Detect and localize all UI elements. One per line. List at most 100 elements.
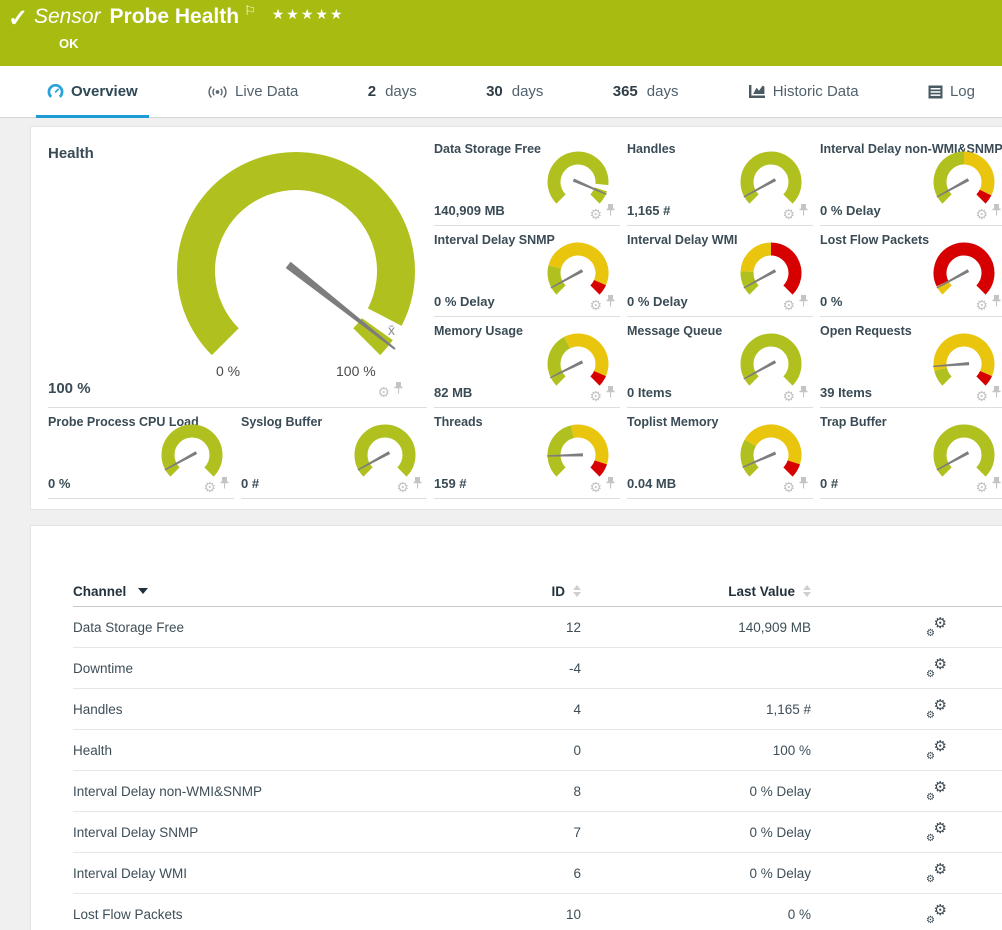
- gauge-value: 100 %: [48, 380, 91, 397]
- gauge-tools: ⚙: [589, 476, 615, 494]
- tab-log[interactable]: Log: [923, 66, 980, 117]
- pin-icon[interactable]: [606, 294, 615, 312]
- column-header-label: Last Value: [728, 584, 795, 599]
- tab-overview[interactable]: Overview: [42, 66, 143, 117]
- gauge-panel[interactable]: Memory Usage82 MB⚙: [434, 317, 620, 408]
- gear-icon[interactable]: ⚙: [975, 298, 988, 312]
- tab-2-days[interactable]: 2days: [363, 66, 422, 117]
- health-gauge-chart: x̄: [140, 141, 452, 397]
- gauge-panel[interactable]: Interval Delay non-WMI&SNMP0 % Delay⚙: [820, 135, 1002, 226]
- tab-historic-data[interactable]: Historic Data: [743, 66, 864, 117]
- tab-number: 365: [613, 83, 638, 100]
- pin-icon[interactable]: [394, 381, 403, 399]
- settings-gears-icon[interactable]: ⚙⚙: [927, 864, 947, 882]
- pin-icon[interactable]: [799, 476, 808, 494]
- gauge-value: 140,909 MB: [434, 203, 505, 218]
- tab-label: days: [385, 83, 417, 100]
- gauge-panel-health[interactable]: Healthx̄0 %100 %100 %⚙: [48, 135, 427, 408]
- settings-gears-icon[interactable]: ⚙⚙: [927, 618, 947, 636]
- pin-icon[interactable]: [799, 385, 808, 403]
- gear-icon[interactable]: ⚙: [975, 480, 988, 494]
- gauge-scale-max: 100 %: [336, 363, 376, 379]
- gear-icon[interactable]: ⚙: [589, 389, 602, 403]
- check-icon: ✓: [8, 4, 28, 33]
- gear-icon: ⚙: [926, 629, 935, 639]
- table-row[interactable]: Interval Delay SNMP70 % Delay⚙⚙: [73, 812, 1002, 853]
- tab-365-days[interactable]: 365days: [608, 66, 684, 117]
- table-row[interactable]: Downtime-4⚙⚙: [73, 648, 1002, 689]
- gear-icon[interactable]: ⚙: [975, 389, 988, 403]
- channel-name-cell: Downtime: [73, 661, 503, 676]
- table-row[interactable]: Handles41,165 #⚙⚙: [73, 689, 1002, 730]
- gauge-panel[interactable]: Toplist Memory0.04 MB⚙: [627, 408, 813, 499]
- gear-icon[interactable]: ⚙: [782, 389, 795, 403]
- pin-icon[interactable]: [606, 203, 615, 221]
- gauge-panel[interactable]: Handles1,165 #⚙: [627, 135, 813, 226]
- pin-icon[interactable]: [992, 476, 1001, 494]
- sort-arrows-icon: [803, 585, 811, 597]
- log-icon: [928, 85, 943, 99]
- channel-last-value-cell: 0 % Delay: [581, 825, 811, 840]
- channel-actions-cell: ⚙⚙: [811, 659, 1002, 677]
- gauge-value: 0.04 MB: [627, 476, 676, 491]
- gear-icon[interactable]: ⚙: [589, 207, 602, 221]
- pin-icon[interactable]: [606, 476, 615, 494]
- gear-icon[interactable]: ⚙: [975, 207, 988, 221]
- pin-icon[interactable]: [413, 476, 422, 494]
- settings-gears-icon[interactable]: ⚙⚙: [927, 905, 947, 923]
- channel-name-cell: Data Storage Free: [73, 620, 503, 635]
- column-header-last-value[interactable]: Last Value: [581, 584, 811, 599]
- historic-data-icon: [748, 84, 766, 99]
- tab-live-data[interactable]: Live Data: [202, 66, 303, 117]
- settings-gears-icon[interactable]: ⚙⚙: [927, 782, 947, 800]
- settings-gears-icon[interactable]: ⚙⚙: [927, 823, 947, 841]
- pin-icon[interactable]: [606, 385, 615, 403]
- gauge-panel[interactable]: Interval Delay WMI0 % Delay⚙: [627, 226, 813, 317]
- settings-gears-icon[interactable]: ⚙⚙: [927, 700, 947, 718]
- gauge-panel[interactable]: Lost Flow Packets0 %⚙: [820, 226, 1002, 317]
- settings-gears-icon[interactable]: ⚙⚙: [927, 659, 947, 677]
- gauge-tools: ⚙: [589, 203, 615, 221]
- gear-icon[interactable]: ⚙: [396, 480, 409, 494]
- table-header-row: ChannelID Last Value: [73, 576, 1002, 607]
- channel-last-value-cell: 0 % Delay: [581, 784, 811, 799]
- gear-icon[interactable]: ⚙: [203, 480, 216, 494]
- channel-id-cell: 0: [503, 743, 581, 758]
- pin-icon[interactable]: [220, 476, 229, 494]
- gear-icon: ⚙: [926, 752, 935, 762]
- table-row[interactable]: Data Storage Free12140,909 MB⚙⚙: [73, 607, 1002, 648]
- gear-icon[interactable]: ⚙: [377, 385, 390, 399]
- tab-30-days[interactable]: 30days: [481, 66, 548, 117]
- gauge-panel[interactable]: Open Requests39 Items⚙: [820, 317, 1002, 408]
- column-header-channel[interactable]: Channel: [73, 584, 503, 599]
- gauge-panel[interactable]: Probe Process CPU Load0 %⚙: [48, 408, 234, 499]
- pin-icon[interactable]: [992, 294, 1001, 312]
- gear-icon[interactable]: ⚙: [589, 298, 602, 312]
- pin-icon[interactable]: [992, 203, 1001, 221]
- table-row[interactable]: Health0100 %⚙⚙: [73, 730, 1002, 771]
- gear-icon[interactable]: ⚙: [782, 480, 795, 494]
- gauge-panel[interactable]: Threads159 #⚙: [434, 408, 620, 499]
- channel-table-card: ChannelID Last Value Data Storage Free1214…: [30, 525, 1002, 930]
- table-row[interactable]: Interval Delay non-WMI&SNMP80 % Delay⚙⚙: [73, 771, 1002, 812]
- pin-icon[interactable]: [992, 385, 1001, 403]
- gauge-panel[interactable]: Syslog Buffer0 #⚙: [241, 408, 427, 499]
- table-row[interactable]: Lost Flow Packets100 %⚙⚙: [73, 894, 1002, 930]
- gauge-panel[interactable]: Interval Delay SNMP0 % Delay⚙: [434, 226, 620, 317]
- gear-icon[interactable]: ⚙: [782, 207, 795, 221]
- priority-stars[interactable]: ★★★★★: [272, 6, 345, 22]
- gauge-panel[interactable]: Message Queue0 Items⚙: [627, 317, 813, 408]
- gauge-panel[interactable]: Data Storage Free140,909 MB⚙: [434, 135, 620, 226]
- column-header-id[interactable]: ID: [503, 584, 581, 599]
- gauge-value: 0 Items: [627, 385, 672, 400]
- gauge-value: 159 #: [434, 476, 467, 491]
- settings-gears-icon[interactable]: ⚙⚙: [927, 741, 947, 759]
- table-row[interactable]: Interval Delay WMI60 % Delay⚙⚙: [73, 853, 1002, 894]
- object-kind-label: Sensor: [34, 5, 101, 28]
- gear-icon[interactable]: ⚙: [589, 480, 602, 494]
- gauge-panel[interactable]: Trap Buffer0 #⚙: [820, 408, 1002, 499]
- pin-icon[interactable]: [799, 294, 808, 312]
- flag-icon[interactable]: ⚐: [244, 3, 256, 18]
- gear-icon[interactable]: ⚙: [782, 298, 795, 312]
- pin-icon[interactable]: [799, 203, 808, 221]
